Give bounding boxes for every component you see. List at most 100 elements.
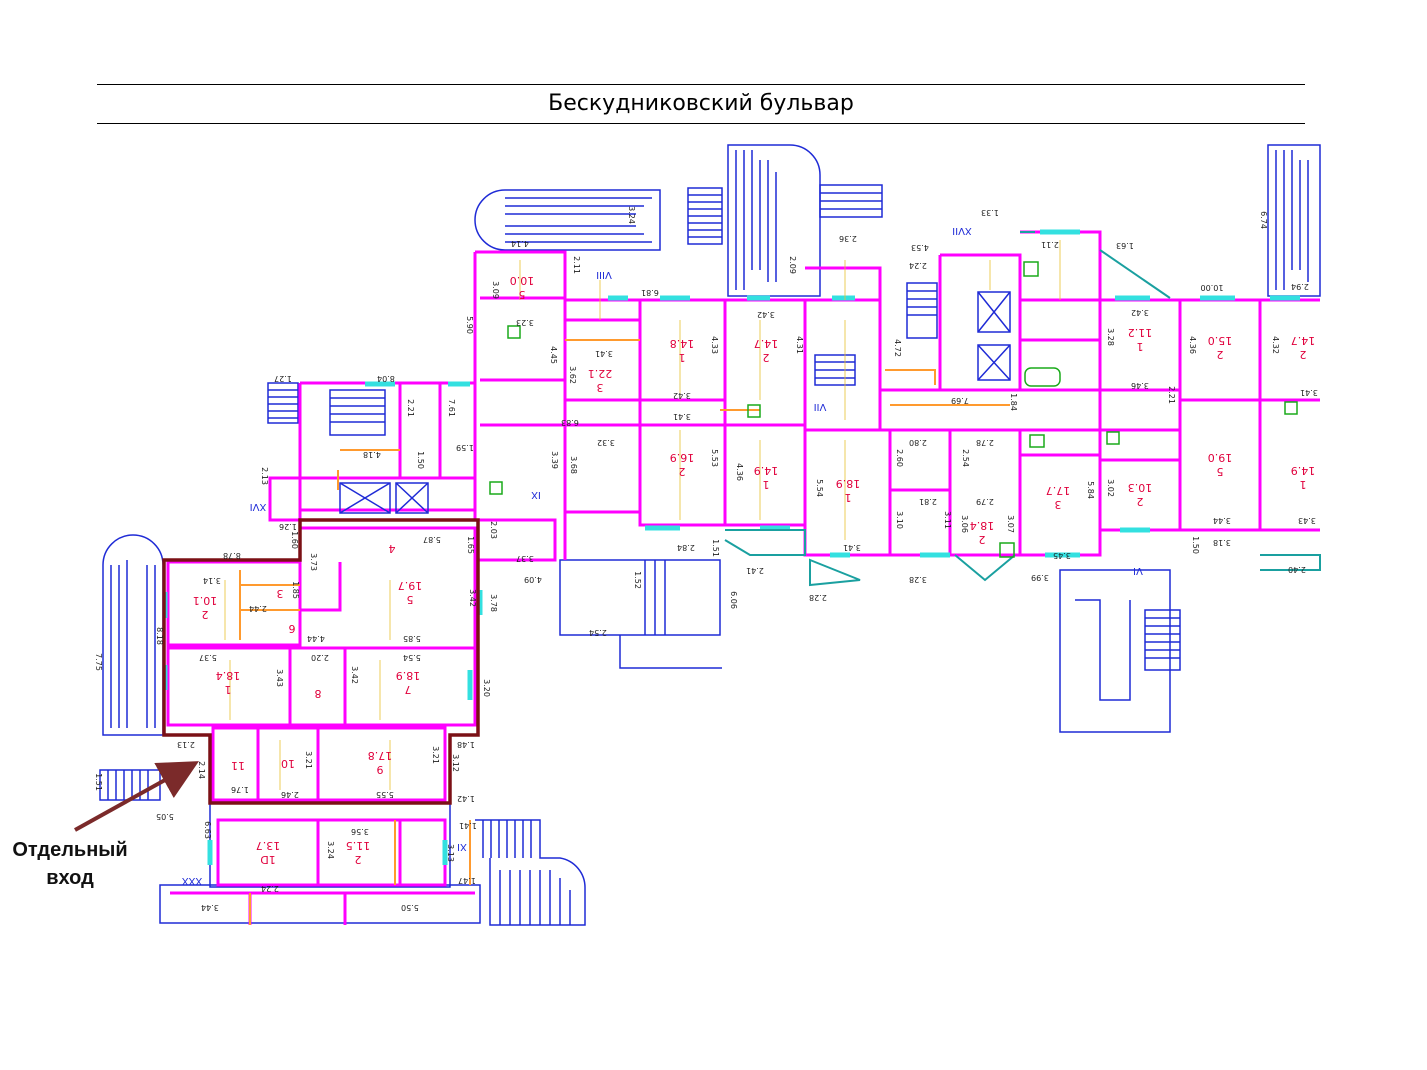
- svg-text:3.09: 3.09: [491, 281, 500, 299]
- svg-text:14.9: 14.9: [1291, 464, 1316, 477]
- svg-text:3.99: 3.99: [1031, 573, 1049, 582]
- svg-text:3.73: 3.73: [309, 553, 318, 571]
- svg-text:1.84: 1.84: [1009, 393, 1018, 411]
- svg-text:4.53: 4.53: [911, 243, 929, 252]
- svg-text:5: 5: [519, 288, 526, 301]
- svg-text:3.41: 3.41: [595, 349, 613, 358]
- svg-text:3.23: 3.23: [516, 318, 534, 327]
- room-label: 215.0: [1208, 334, 1233, 361]
- svg-text:2.54: 2.54: [961, 449, 970, 467]
- svg-text:2: 2: [1137, 495, 1144, 508]
- svg-text:3.12: 3.12: [451, 754, 460, 772]
- svg-text:3.11: 3.11: [943, 511, 952, 529]
- svg-text:3.56: 3.56: [351, 827, 369, 836]
- room-number: 4: [389, 542, 396, 555]
- svg-text:2.24: 2.24: [261, 884, 279, 893]
- room-label: 218.4: [970, 519, 995, 546]
- room-label-7: 7 18.9: [396, 669, 421, 696]
- svg-text:4.31: 4.31: [795, 336, 804, 354]
- svg-text:2: 2: [355, 853, 362, 866]
- svg-text:2.20: 2.20: [311, 653, 329, 662]
- svg-text:5: 5: [1217, 465, 1224, 478]
- svg-text:3.06: 3.06: [960, 515, 969, 533]
- svg-text:3.44: 3.44: [201, 903, 219, 912]
- svg-text:15.0: 15.0: [1208, 334, 1233, 347]
- svg-text:3.21: 3.21: [304, 751, 313, 769]
- svg-text:1.51: 1.51: [94, 773, 103, 791]
- svg-text:6.83: 6.83: [561, 418, 579, 427]
- svg-text:1.51: 1.51: [711, 539, 720, 557]
- svg-text:4.18: 4.18: [363, 450, 381, 459]
- room-label: 114.9: [1291, 464, 1316, 491]
- svg-text:3.41: 3.41: [673, 412, 691, 421]
- room-area: 18.4: [216, 669, 241, 682]
- svg-text:VII: VII: [814, 401, 827, 412]
- svg-text:XVI: XVI: [250, 501, 267, 512]
- svg-text:13.7: 13.7: [256, 839, 281, 852]
- svg-text:1: 1: [845, 491, 852, 504]
- svg-text:6.74: 6.74: [1259, 211, 1268, 229]
- svg-text:10.3: 10.3: [1128, 481, 1153, 494]
- room-number: 6: [289, 622, 296, 635]
- svg-text:2.11: 2.11: [572, 256, 581, 274]
- svg-text:3.45: 3.45: [1053, 551, 1071, 560]
- room-label-1: 1 18.4: [216, 669, 241, 696]
- room-number: 9: [377, 763, 384, 776]
- svg-text:7.69: 7.69: [951, 396, 969, 405]
- room-label: 114.8: [670, 337, 695, 364]
- svg-text:3: 3: [597, 381, 604, 394]
- room-number: 5: [407, 593, 414, 606]
- svg-text:1.48: 1.48: [457, 740, 475, 749]
- svg-text:18.4: 18.4: [970, 519, 995, 532]
- svg-text:7.75: 7.75: [94, 653, 103, 671]
- svg-text:4.36: 4.36: [1188, 336, 1197, 354]
- svg-text:1.76: 1.76: [231, 785, 249, 794]
- svg-text:3.43: 3.43: [275, 669, 284, 687]
- svg-text:5.05: 5.05: [156, 812, 174, 821]
- room-area: 19.7: [398, 579, 423, 592]
- svg-text:3.42: 3.42: [1131, 308, 1149, 317]
- svg-text:5.54: 5.54: [403, 653, 421, 662]
- room-label: 214.7: [1291, 334, 1316, 361]
- room-number: 3: [277, 587, 284, 600]
- svg-text:1.65: 1.65: [466, 536, 475, 554]
- room-area: 18.9: [396, 669, 421, 682]
- room-label-6: 6: [289, 622, 296, 635]
- outer-outline: [99, 144, 1321, 926]
- svg-text:3.42: 3.42: [673, 391, 691, 400]
- svg-text:19.0: 19.0: [1208, 451, 1233, 464]
- room-label: 211.5: [346, 839, 371, 866]
- svg-text:2.84: 2.84: [677, 543, 695, 552]
- room-label: 111.2: [1128, 326, 1153, 353]
- svg-text:1.26: 1.26: [279, 522, 297, 531]
- room-area: 10.1: [193, 594, 218, 607]
- svg-text:4.32: 4.32: [1271, 336, 1280, 354]
- svg-text:5.37: 5.37: [199, 653, 217, 662]
- svg-text:1D: 1D: [260, 853, 275, 866]
- axis-hints: [224, 240, 1061, 790]
- svg-text:1.52: 1.52: [633, 571, 642, 589]
- svg-text:2.13: 2.13: [177, 740, 195, 749]
- svg-text:4.14: 4.14: [511, 239, 529, 248]
- svg-text:5.54: 5.54: [815, 479, 824, 497]
- svg-text:1.60: 1.60: [290, 531, 299, 549]
- svg-text:1.42: 1.42: [457, 794, 475, 803]
- svg-text:8.78: 8.78: [223, 551, 241, 560]
- svg-text:3.10: 3.10: [895, 511, 904, 529]
- room-label: 114.9: [754, 464, 779, 491]
- callout-line-1: Отдельный: [12, 839, 128, 861]
- svg-text:2: 2: [763, 351, 770, 364]
- svg-text:4.44: 4.44: [307, 634, 325, 643]
- svg-text:2.40: 2.40: [1288, 565, 1306, 574]
- room-label: 214.7: [754, 337, 779, 364]
- svg-text:2.03: 2.03: [489, 521, 498, 539]
- svg-text:3.68: 3.68: [569, 456, 578, 474]
- svg-text:2: 2: [679, 465, 686, 478]
- svg-text:2: 2: [979, 533, 986, 546]
- plan-dimensions: 4.14 3.24 3.09 2.11 6.81 3.23 4.45 3.41 …: [201, 206, 1318, 912]
- svg-text:1: 1: [1137, 340, 1144, 353]
- svg-text:5.90: 5.90: [465, 316, 474, 334]
- room-label: 519.0: [1208, 451, 1233, 478]
- svg-text:1.47: 1.47: [458, 876, 476, 885]
- svg-text:3.20: 3.20: [482, 679, 491, 697]
